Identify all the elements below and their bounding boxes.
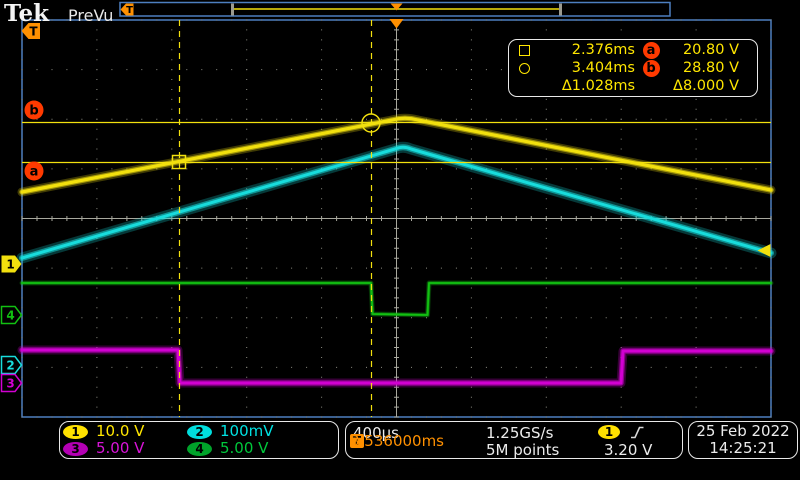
preview-right-bracket[interactable] — [559, 4, 562, 16]
oscilloscope-screen: TT1423ba Tek PreVu 2.376ms a 20.80 V 3.4… — [0, 0, 800, 480]
acquisition-mode-label: PreVu — [68, 6, 113, 25]
channel-4-scale: 5.00 V — [220, 441, 268, 456]
cursor1-square-icon — [519, 45, 530, 56]
cursor-readout-box: 2.376ms a 20.80 V 3.404ms b 28.80 V Δ1.0… — [508, 39, 758, 97]
channel-1-scale: 10.0 V — [96, 424, 144, 439]
datetime-box: 25 Feb 2022 14:25:21 — [688, 421, 798, 459]
channel-2-marker-label: 2 — [6, 359, 14, 373]
horizontal-trigger-box: 400µs 1.25GS/s 1 T→▼3.536000ms 5M points… — [345, 421, 683, 459]
channel-3-setting[interactable]: 3 5.00 V — [63, 440, 187, 457]
delay-time-value: 3.536000ms — [350, 432, 444, 450]
channel-settings-box: 1 10.0 V 2 100mV 3 5.00 V 4 5.00 V — [59, 421, 339, 459]
cursor-b-value: 28.80 V — [667, 59, 739, 77]
date-label: 25 Feb 2022 — [696, 423, 789, 440]
preview-trigger-flag-letter: T — [126, 5, 133, 16]
channel-1-setting[interactable]: 1 10.0 V — [63, 423, 187, 440]
channel-4-badge[interactable]: 4 — [187, 442, 212, 456]
record-length-label: 5M points — [486, 441, 559, 459]
cursor-a-level-letter: a — [30, 165, 39, 180]
cursor2-time: 3.404ms — [539, 59, 635, 77]
cursor1-time: 2.376ms — [539, 41, 635, 59]
cursor2-row: 3.404ms b 28.80 V — [509, 59, 757, 77]
tek-logo: Tek — [4, 0, 49, 27]
channel-2-setting[interactable]: 2 100mV — [187, 423, 338, 440]
channel-4-marker-label: 4 — [6, 309, 14, 323]
channel-3-marker-label: 3 — [6, 377, 14, 391]
cursor-b-badge: b — [643, 60, 660, 77]
sample-rate-label: 1.25GS/s — [486, 424, 553, 442]
channel-4-setting[interactable]: 4 5.00 V — [187, 440, 338, 457]
trigger-slope-rising-icon — [630, 425, 645, 440]
time-label: 14:25:21 — [709, 440, 776, 457]
cursor-a-badge: a — [643, 42, 660, 59]
cursor2-circle-icon — [519, 63, 530, 74]
channel-2-badge[interactable]: 2 — [187, 425, 212, 439]
channel-2-scale: 100mV — [220, 424, 274, 439]
cursor-a-value: 20.80 V — [667, 41, 739, 59]
cursor-delta-row: Δ1.028ms Δ8.000 V — [509, 77, 757, 95]
channel-1-marker-label: 1 — [6, 258, 14, 272]
cursor-delta-time: Δ1.028ms — [539, 77, 635, 95]
channel-1-badge[interactable]: 1 — [63, 425, 88, 439]
channel-3-badge[interactable]: 3 — [63, 442, 88, 456]
trigger-source-badge[interactable]: 1 — [598, 425, 620, 439]
trigger-position-marker-icon[interactable] — [390, 19, 404, 29]
cursor-delta-value: Δ8.000 V — [667, 77, 739, 95]
cursor-b-level-letter: b — [29, 104, 38, 119]
trigger-level-label: 3.20 V — [604, 441, 652, 459]
channel-3-scale: 5.00 V — [96, 441, 144, 456]
preview-left-bracket[interactable] — [231, 4, 234, 16]
cursor1-row: 2.376ms a 20.80 V — [509, 41, 757, 59]
